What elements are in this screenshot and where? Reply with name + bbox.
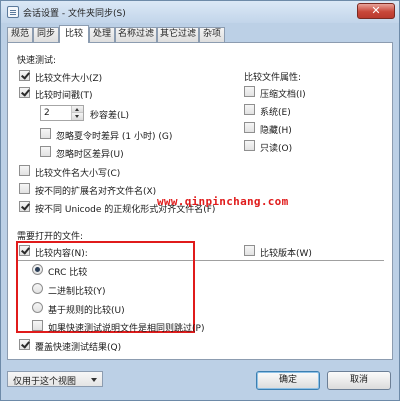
override-quick-label: 覆盖快速测试结果(Q)	[35, 343, 122, 353]
close-icon: ✕	[371, 4, 381, 17]
system-checkbox[interactable]	[244, 104, 255, 115]
compare-version-checkbox[interactable]	[244, 245, 255, 256]
cancel-button[interactable]: 取消	[327, 371, 391, 390]
system-label: 系统(E)	[260, 108, 291, 118]
tolerance-stepper[interactable]: 2	[40, 105, 84, 121]
window-title: 会话设置 - 文件夹同步(S)	[23, 9, 126, 19]
readonly-label: 只读(O)	[260, 144, 293, 154]
readonly-checkbox[interactable]	[244, 140, 255, 151]
compressed-checkbox[interactable]	[244, 86, 255, 97]
tab-misc[interactable]: 杂项	[199, 27, 225, 42]
align-unicode-checkbox[interactable]	[19, 201, 30, 212]
ignore-dst-label: 忽略夏令时差异 (1 小时) (G)	[56, 132, 173, 142]
compare-size-label: 比较文件大小(Z)	[35, 74, 103, 84]
compare-time-label: 比较时间戳(T)	[35, 91, 93, 101]
tab-rules[interactable]: 规范	[7, 27, 33, 42]
rules-radio[interactable]	[32, 302, 43, 313]
view-scope-select[interactable]: 仅用于这个视图	[7, 371, 103, 387]
compare-version-label: 比较版本(W)	[260, 249, 312, 259]
binary-label: 二进制比较(Y)	[48, 287, 106, 297]
skip-if-same-label: 如果快速测试说明文件是相同则跳过(P)	[48, 324, 205, 334]
stepper-up-icon[interactable]	[72, 106, 83, 113]
ignore-timezone-checkbox[interactable]	[40, 146, 51, 157]
tab-sync[interactable]: 同步	[33, 27, 59, 42]
compare-content-label: 比较内容(N):	[35, 249, 88, 259]
tab-handling[interactable]: 处理	[89, 27, 115, 42]
skip-if-same-checkbox[interactable]	[32, 320, 43, 331]
align-extension-checkbox[interactable]	[19, 183, 30, 194]
align-extension-label: 按不同的扩展名对齐文件名(X)	[35, 187, 157, 197]
crc-radio[interactable]	[32, 264, 43, 275]
quick-test-heading: 快速测试:	[17, 56, 57, 66]
tab-other-filters[interactable]: 其它过滤	[157, 27, 199, 42]
compare-content-checkbox[interactable]	[19, 245, 30, 256]
compare-tab-panel: 快速测试: 比较文件大小(Z) 比较时间戳(T) 2 秒容差(L) 忽略夏令时差…	[7, 42, 393, 360]
binary-radio[interactable]	[32, 283, 43, 294]
tolerance-value: 2	[44, 108, 50, 118]
hidden-label: 隐藏(H)	[260, 126, 292, 136]
override-quick-checkbox[interactable]	[19, 339, 30, 350]
stepper-buttons	[71, 106, 83, 120]
crc-label: CRC 比较	[48, 268, 88, 278]
tab-compare[interactable]: 比较	[59, 25, 89, 43]
compare-case-label: 比较文件名大小写(C)	[35, 169, 121, 179]
close-button[interactable]: ✕	[357, 3, 395, 19]
app-icon	[7, 6, 19, 18]
session-settings-dialog: 会话设置 - 文件夹同步(S) ✕ 规范 同步 比较 处理 名称过滤 其它过滤 …	[0, 0, 400, 401]
compare-time-checkbox[interactable]	[19, 87, 30, 98]
tolerance-label: 秒容差(L)	[90, 111, 130, 121]
title-bar[interactable]: 会话设置 - 文件夹同步(S) ✕	[1, 1, 399, 23]
hidden-checkbox[interactable]	[244, 122, 255, 133]
ok-button[interactable]: 确定	[256, 371, 320, 390]
compare-size-checkbox[interactable]	[19, 70, 30, 81]
stepper-down-icon[interactable]	[72, 113, 83, 120]
rules-label: 基于规则的比较(U)	[48, 306, 125, 316]
view-scope-value: 仅用于这个视图	[13, 377, 77, 387]
compare-case-checkbox[interactable]	[19, 165, 30, 176]
compressed-label: 压缩文档(I)	[260, 90, 306, 100]
chevron-down-icon	[91, 378, 97, 382]
ignore-dst-checkbox[interactable]	[40, 128, 51, 139]
site-watermark: www.qinpinchang.com	[157, 195, 289, 208]
ignore-timezone-label: 忽略时区差异(U)	[56, 150, 124, 160]
tab-name-filters[interactable]: 名称过滤	[115, 27, 157, 42]
attributes-heading: 比较文件属性:	[244, 73, 302, 83]
